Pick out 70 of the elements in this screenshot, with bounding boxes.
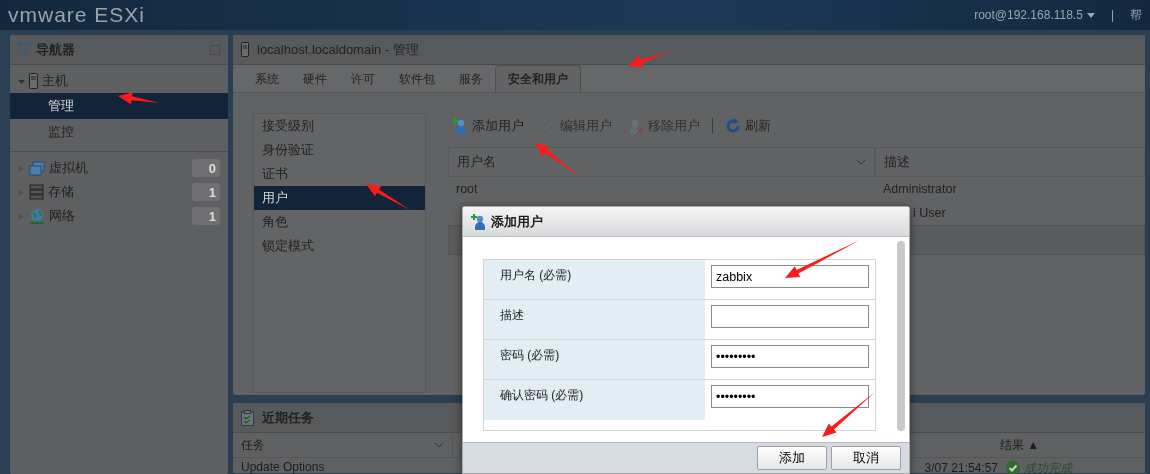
tab[interactable]: 服务 [447,66,495,92]
server-icon [241,42,249,57]
input-field[interactable]: ••••••••• [711,385,869,408]
separator: | [1110,7,1114,24]
menu-item[interactable]: 证书 [254,162,425,186]
tree-item[interactable]: 虚拟机 [49,158,188,178]
vmware-logo: vmware ESXi [7,2,147,28]
tab[interactable]: 安全和用户 [495,65,581,92]
panel-title: 近期任务 [262,408,314,427]
count-badge: 1 [192,183,220,201]
refresh-icon [725,118,741,134]
annotation-arrow [535,143,580,177]
user-menu[interactable]: root@192.168.118.5 [974,6,1083,24]
server-icon [29,73,38,89]
storage-icon [29,184,44,200]
table-cell-text: Administrator [883,180,957,198]
network-icon [29,208,45,224]
table-cell-text: 3/07 21:54:57 [924,460,998,474]
refresh-button[interactable]: 刷新 [721,114,775,138]
count-badge: 1 [192,207,220,225]
tree-item[interactable]: 监控 [10,119,228,145]
input-field[interactable] [711,305,869,328]
dialog-title: 添加用户 [491,212,543,231]
column-header[interactable]: 描述 [875,147,1145,177]
cancel-button[interactable]: 取消 [831,446,901,470]
clipboard-icon [241,409,254,426]
column-header[interactable]: 用户名 [448,147,875,177]
tab[interactable]: 系统 [243,66,291,92]
tree-item[interactable]: 存储 [48,182,188,202]
tree-item[interactable]: 网络 [49,206,188,226]
field-label: 确认密码 (必需) [484,380,705,420]
field-label: 描述 [484,300,705,339]
add-button[interactable]: 添加用户 [448,114,528,138]
annotation-arrow [628,52,668,67]
caret-icon [1086,12,1095,18]
help-menu[interactable]: 帮 [1130,6,1150,24]
field-label: 用户名 (必需) [484,260,705,299]
add-button[interactable]: 添加 [757,446,827,470]
scrollbar[interactable] [897,241,905,431]
count-badge: 0 [192,159,220,177]
panel-title: 导航器 [36,40,76,59]
tab[interactable]: 许可 [339,66,387,92]
success-icon [1006,461,1020,474]
tab[interactable]: 硬件 [291,66,339,92]
add-user-icon [452,118,468,134]
annotation-arrow [118,92,160,105]
tree-icon [18,42,32,57]
chevron-icon [856,158,866,166]
menu-item[interactable]: 用户 [254,186,425,210]
tree-item[interactable]: 主机 [42,71,228,91]
chevron-icon [434,441,444,449]
table-cell-text: i User [913,204,946,222]
annotation-arrow [366,184,410,210]
collapse-arrow-icon[interactable] [18,77,25,85]
column-header[interactable]: 任务 [241,436,434,454]
tab[interactable]: 软件包 [387,66,447,92]
menu-item[interactable]: 锁定模式 [254,234,425,258]
add-user-icon [471,213,487,230]
table-cell-text: root [456,180,478,198]
input-field[interactable]: ••••••••• [711,345,869,368]
column-header[interactable]: 结果 ▲ [1000,436,1040,454]
field-label: 密码 (必需) [484,340,705,379]
menu-item[interactable]: 接受级别 [254,114,425,138]
input-field[interactable]: zabbix [711,265,869,288]
vm-icon [29,160,45,176]
menu-item[interactable]: 身份验证 [254,138,425,162]
menu-item[interactable]: 角色 [254,210,425,234]
remove-user-icon [628,118,644,134]
tree-item[interactable]: 管理 [10,93,228,119]
table-cell: Update Options [241,460,325,474]
